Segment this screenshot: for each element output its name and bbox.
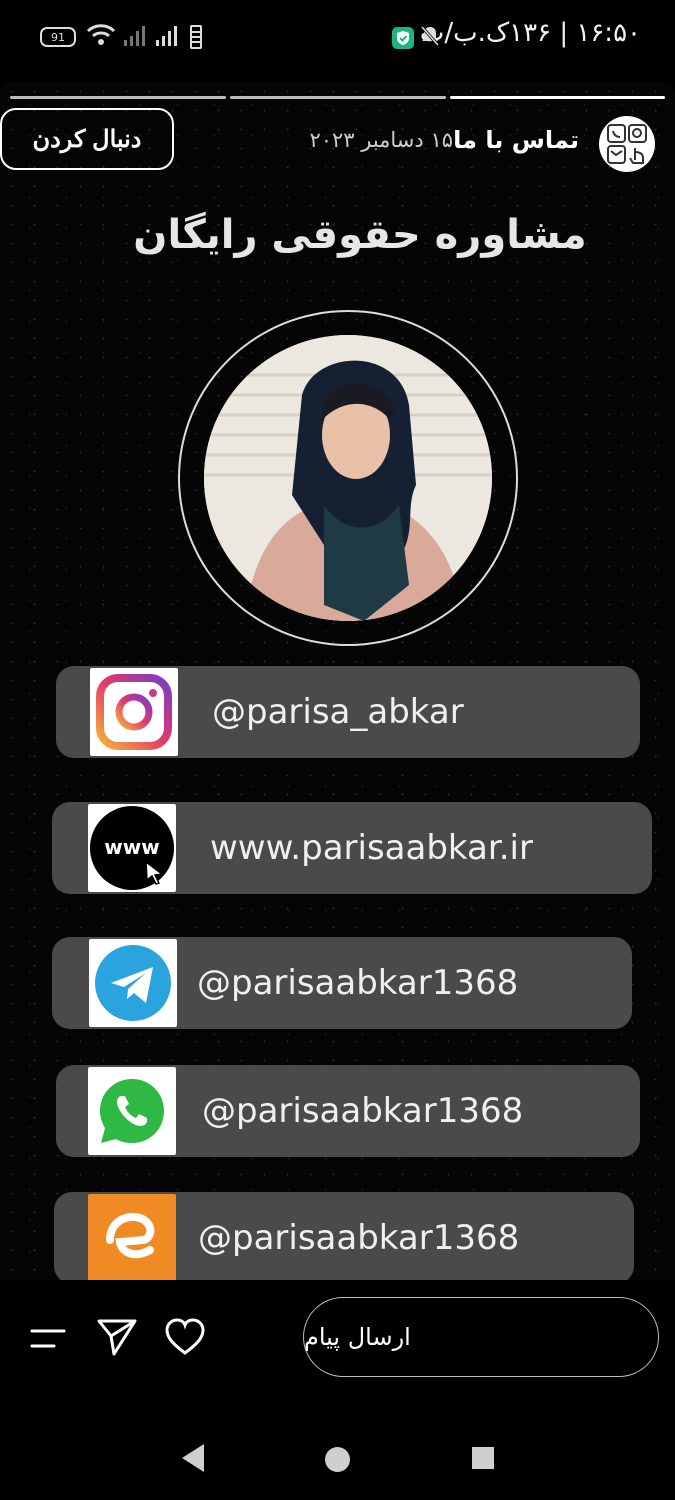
story-progress-segment-active [450,96,665,99]
portrait-photo [204,335,492,621]
signal-icon [122,22,148,52]
battery-icon: 91 [40,27,76,47]
follow-button[interactable]: دنبال کردن [0,108,174,170]
whatsapp-link-card[interactable]: @parisaabkar1368 [56,1065,640,1157]
signal-icon [154,22,180,52]
vibrate-icon [186,24,206,54]
website-link-card[interactable]: www www.parisaabkar.ir [52,802,652,894]
eitaa-link-card[interactable]: @parisaabkar1368 [54,1192,634,1280]
menu-icon[interactable] [30,1328,66,1354]
telegram-link-card[interactable]: @parisaabkar1368 [52,937,632,1029]
svg-text:www: www [104,835,159,859]
instagram-link-card[interactable]: @parisa_abkar [56,666,640,758]
story-viewer[interactable]: تماس با ما ۱۵ دسامبر ۲۰۲۳ دنبال کردن مشا… [0,82,675,1280]
story-date: ۱۵ دسامبر ۲۰۲۳ [309,128,453,152]
story-progress-segment [230,96,446,99]
notification-muted-icon [420,24,440,53]
whatsapp-icon [88,1067,176,1155]
account-name[interactable]: تماس با ما [453,126,579,154]
instagram-icon [90,668,178,756]
send-icon[interactable] [96,1317,138,1361]
www-icon: www [88,804,176,892]
nav-home-icon[interactable] [325,1447,350,1472]
eitaa-handle: @parisaabkar1368 [198,1218,520,1258]
account-avatar[interactable] [599,116,655,172]
telegram-handle: @parisaabkar1368 [197,963,519,1003]
message-input[interactable]: ارسال پیام [303,1297,659,1377]
website-url: www.parisaabkar.ir [210,828,533,868]
nav-recent-apps-icon[interactable] [472,1447,494,1469]
story-progress-segment [10,96,226,99]
instagram-handle: @parisa_abkar [212,692,464,732]
contact-icon [607,124,647,164]
whatsapp-handle: @parisaabkar1368 [202,1091,524,1131]
status-bar: ۱۶:۵۰ | ۱۳۶ک.ب/ث 91 [0,0,675,78]
heart-icon[interactable] [164,1317,206,1361]
bottom-bar: ارسال پیام [0,1282,675,1500]
shield-icon [392,27,414,49]
status-time: ۱۶:۵۰ | ۱۳۶ک.ب/ث [419,18,641,48]
nav-back-icon[interactable] [180,1442,206,1478]
telegram-icon [89,939,177,1027]
eitaa-icon [88,1194,176,1280]
wifi-icon [86,22,116,52]
story-headline: مشاوره حقوقی رایگان [133,212,587,258]
